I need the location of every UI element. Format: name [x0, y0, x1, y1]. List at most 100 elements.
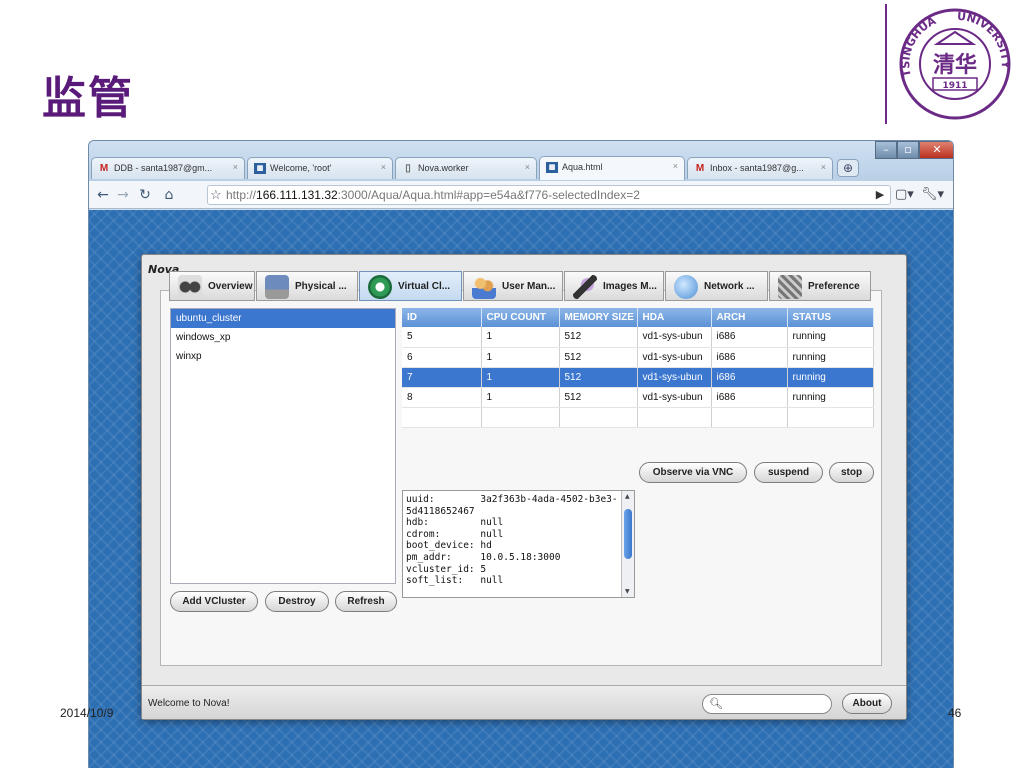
table-row[interactable]: 8 1 512 vd1-sys-ubun i686 running — [402, 387, 874, 408]
list-item[interactable]: windows_xp — [171, 328, 395, 347]
preferences-icon — [778, 275, 802, 299]
close-icon[interactable]: × — [525, 162, 530, 172]
observe-vnc-button[interactable]: Observe via VNC — [639, 462, 747, 483]
detail-scrollbar[interactable]: ▲ ▼ — [621, 491, 634, 597]
table-header-row: ID CPU COUNT MEMORY SIZE HDA ARCH STATUS — [402, 308, 874, 327]
logo-divider — [885, 4, 887, 124]
maximize-button[interactable]: ▫ — [897, 141, 919, 159]
tab-user-management[interactable]: User Man... — [463, 271, 563, 301]
tab-overview[interactable]: Overview — [169, 271, 255, 301]
table-cell: 512 — [559, 367, 638, 388]
vm-table: ID CPU COUNT MEMORY SIZE HDA ARCH STATUS… — [402, 308, 874, 428]
globe-icon — [674, 275, 698, 299]
table-row[interactable]: 6 1 512 vd1-sys-ubun i686 running — [402, 347, 874, 368]
close-icon[interactable]: × — [381, 162, 386, 172]
bookmark-star-icon[interactable]: ☆ — [210, 186, 222, 204]
address-bar[interactable]: ☆ http://166.111.131.32:3000/Aqua/Aqua.ht… — [207, 185, 891, 205]
browser-tab-gmail-inbox[interactable]: M Inbox - santa1987@g... × — [687, 157, 833, 179]
column-header[interactable]: ARCH — [711, 308, 788, 327]
table-cell: 512 — [559, 347, 638, 368]
wrench-icon[interactable]: 🔧︎▾ — [921, 185, 944, 205]
new-tab-button[interactable]: ⊕ — [837, 159, 859, 177]
close-icon[interactable]: × — [821, 162, 826, 172]
search-field[interactable]: 🔍︎ — [702, 694, 832, 714]
table-cell: i686 — [711, 367, 788, 388]
browser-tab-welcome[interactable]: ▦ Welcome, 'root' × — [247, 157, 393, 179]
destroy-button[interactable]: Destroy — [265, 591, 329, 612]
close-window-button[interactable]: ✕ — [919, 141, 953, 159]
column-header[interactable]: CPU COUNT — [481, 308, 560, 327]
table-cell: 512 — [559, 387, 638, 408]
svg-text:清华: 清华 — [933, 52, 977, 78]
table-cell: running — [787, 347, 874, 368]
slide: 监管 TSINGHUA UNIVERSITY 清华 1911 M DDB - s… — [0, 0, 1024, 768]
table-row-empty — [402, 407, 874, 428]
tab-images-management[interactable]: Images M... — [564, 271, 664, 301]
vm-detail-textarea[interactable]: uuid: 3a2f363b-4ada-4502-b3e3-5d41186524… — [402, 490, 635, 598]
tab-virtual-cluster[interactable]: Virtual Cl... — [359, 271, 462, 301]
table-cell: 6 — [402, 347, 482, 368]
browser-tab-nova-worker[interactable]: ▯ Nova.worker × — [395, 157, 537, 179]
minimize-button[interactable]: – — [875, 141, 897, 159]
table-row[interactable]: 5 1 512 vd1-sys-ubun i686 running — [402, 327, 874, 348]
table-cell: 1 — [481, 367, 560, 388]
slide-date: 2014/10/9 — [60, 706, 114, 720]
magic-wand-icon — [573, 275, 597, 299]
browser-tab-gmail-ddb[interactable]: M DDB - santa1987@gm... × — [91, 157, 245, 179]
scroll-down-icon[interactable]: ▼ — [625, 588, 630, 595]
nova-window: Nova Overview Physical ... Virtual Cl... — [141, 254, 907, 720]
column-header[interactable]: ID — [402, 308, 482, 327]
back-arrow-icon[interactable]: ← — [93, 185, 113, 205]
column-header[interactable]: MEMORY SIZE — [559, 308, 638, 327]
about-button[interactable]: About — [842, 693, 892, 714]
slide-title: 监管 — [42, 73, 134, 124]
close-icon[interactable]: × — [673, 161, 678, 171]
tab-preference[interactable]: Preference — [769, 271, 871, 301]
page-menu-icon[interactable]: ▢▾ — [895, 185, 914, 205]
gmail-icon: M — [695, 163, 705, 174]
browser-toolbar: ← → ↻ ⌂ ☆ http://166.111.131.32:3000/Aqua… — [89, 181, 953, 209]
go-arrow-icon[interactable]: ▶ — [871, 185, 889, 205]
slide-page-number: 46 — [948, 706, 962, 720]
reload-icon[interactable]: ↻ — [135, 185, 155, 205]
computer-icon — [265, 275, 289, 299]
table-row[interactable]: 7 1 512 vd1-sys-ubun i686 running — [402, 367, 874, 388]
refresh-button[interactable]: Refresh — [335, 591, 397, 612]
column-header[interactable]: STATUS — [787, 308, 874, 327]
table-cell: running — [787, 327, 874, 348]
list-item[interactable]: ubuntu_cluster — [171, 309, 395, 328]
table-cell: 1 — [481, 327, 560, 348]
table-cell: vd1-sys-ubun — [637, 367, 712, 388]
table-cell: vd1-sys-ubun — [637, 327, 712, 348]
search-icon: 🔍︎ — [709, 697, 723, 710]
column-header[interactable]: HDA — [637, 308, 712, 327]
status-text: Welcome to Nova! — [148, 698, 230, 709]
table-cell: running — [787, 387, 874, 408]
home-icon[interactable]: ⌂ — [159, 185, 179, 205]
svg-text:1911: 1911 — [942, 81, 967, 91]
scrollbar-thumb[interactable] — [624, 509, 632, 559]
page-content: Nova Overview Physical ... Virtual Cl... — [89, 210, 953, 768]
stop-button[interactable]: stop — [829, 462, 874, 483]
binoculars-icon — [178, 275, 202, 299]
vm-detail-text: uuid: 3a2f363b-4ada-4502-b3e3-5d41186524… — [406, 494, 618, 587]
tab-physical[interactable]: Physical ... — [256, 271, 358, 301]
list-item[interactable]: winxp — [171, 347, 395, 366]
table-cell: 1 — [481, 347, 560, 368]
suspend-button[interactable]: suspend — [754, 462, 823, 483]
tab-network[interactable]: Network ... — [665, 271, 768, 301]
browser-tab-aqua[interactable]: ▦ Aqua.html × — [539, 156, 685, 180]
page-favicon-icon: ▦ — [254, 163, 266, 174]
page-favicon-icon: ▦ — [546, 162, 558, 173]
vcluster-list[interactable]: ubuntu_cluster windows_xp winxp — [170, 308, 396, 584]
table-cell: 5 — [402, 327, 482, 348]
table-cell: vd1-sys-ubun — [637, 347, 712, 368]
status-bar: Welcome to Nova! 🔍︎ About — [142, 685, 906, 719]
document-icon: ▯ — [405, 163, 411, 174]
table-cell: i686 — [711, 327, 788, 348]
close-icon[interactable]: × — [233, 162, 238, 172]
forward-arrow-icon[interactable]: → — [113, 185, 133, 205]
scroll-up-icon[interactable]: ▲ — [625, 493, 630, 500]
table-cell: i686 — [711, 387, 788, 408]
add-vcluster-button[interactable]: Add VCluster — [170, 591, 258, 612]
